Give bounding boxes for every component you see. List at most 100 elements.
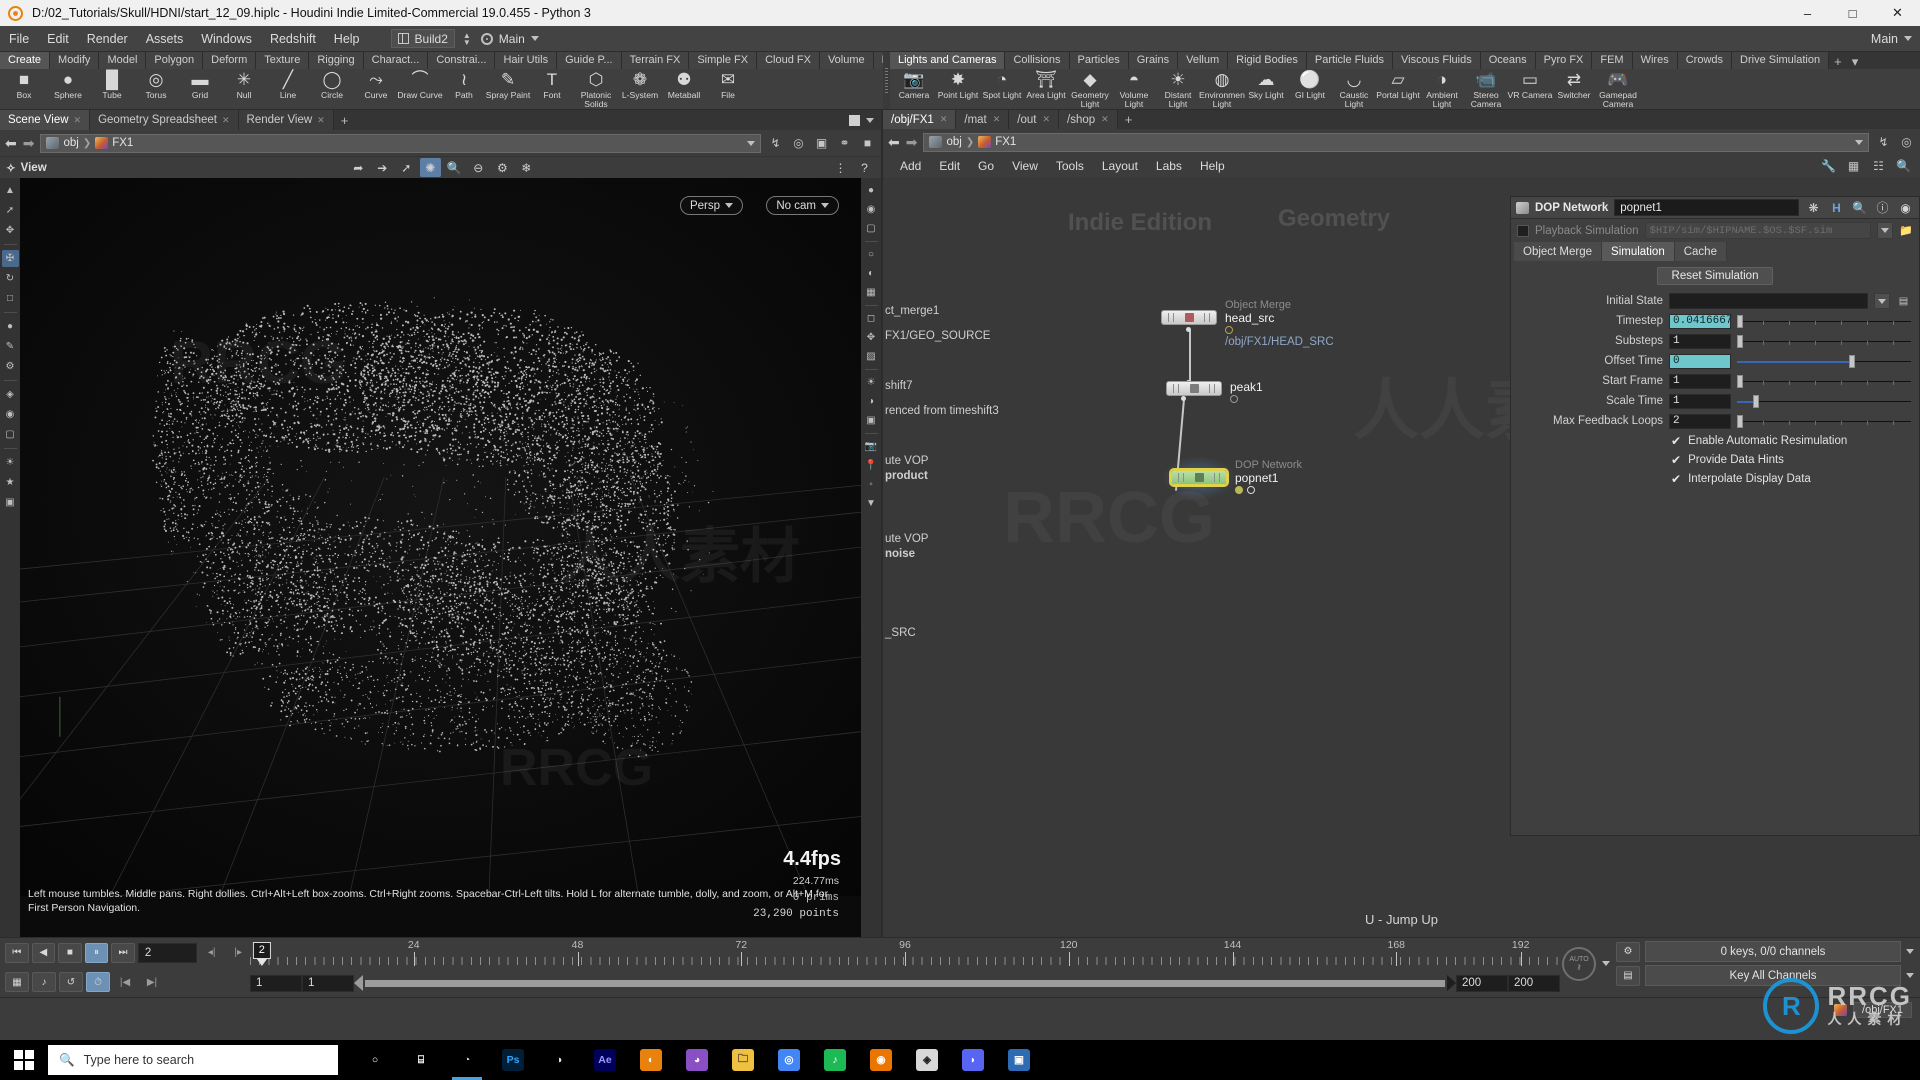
- right-desktop-selector[interactable]: Main: [1865, 32, 1920, 46]
- back-icon[interactable]: ⬅: [888, 135, 900, 149]
- breadcrumb-obj[interactable]: obj: [63, 137, 78, 149]
- gear-icon[interactable]: ❋: [1805, 199, 1822, 216]
- shelf-item-file[interactable]: ✉File: [706, 69, 750, 109]
- parm-field-start-frame[interactable]: 1: [1669, 374, 1731, 389]
- shelf-item-environment-light[interactable]: ◍Environment Light: [1200, 69, 1244, 109]
- parm-slider-offset-time[interactable]: [1737, 354, 1911, 369]
- shelf-item-vr-camera[interactable]: ▭VR Camera: [1508, 69, 1552, 109]
- parm-slider-scale-time[interactable]: [1737, 394, 1911, 409]
- shelf-tab-pyro-fx[interactable]: Pyro FX: [1536, 52, 1593, 69]
- light-display-icon[interactable]: ⚭: [836, 135, 853, 152]
- breadcrumb-dropdown-icon[interactable]: [747, 141, 755, 146]
- shelf-item-distant-light[interactable]: ☀Distant Light: [1156, 69, 1200, 109]
- shelf-item-box[interactable]: ■Box: [2, 69, 46, 109]
- shelf-item-portal-light[interactable]: ▱Portal Light: [1376, 69, 1420, 109]
- parm-field-scale-time[interactable]: 1: [1669, 394, 1731, 409]
- close-icon[interactable]: ✕: [1042, 114, 1050, 125]
- parm-field-initial-state[interactable]: [1669, 293, 1868, 309]
- audio-button[interactable]: ♪: [32, 972, 56, 992]
- close-button[interactable]: ✕: [1875, 0, 1920, 26]
- close-icon[interactable]: ✕: [1101, 114, 1109, 125]
- close-icon[interactable]: ✕: [993, 114, 1001, 125]
- node-popnet1[interactable]: DOP Network popnet1: [1171, 470, 1227, 485]
- range-end-field[interactable]: 200: [1456, 975, 1508, 992]
- channel-list-icon[interactable]: ▤: [1616, 966, 1640, 986]
- shelf-tab-cloud-fx[interactable]: Cloud FX: [757, 52, 820, 69]
- headphone-icon[interactable]: ◦: [863, 476, 880, 493]
- viewport[interactable]: Persp No cam 4.4fps 224.77ms 0 prims 23,…: [20, 178, 861, 937]
- close-icon[interactable]: ✕: [940, 114, 948, 125]
- shelf-item-spot-light[interactable]: ◔Spot Light: [980, 69, 1024, 109]
- parm-slider-start-frame[interactable]: [1737, 374, 1911, 389]
- viewport-persp-menu[interactable]: Persp: [680, 196, 743, 215]
- parm-field-timestep[interactable]: 0.0416667: [1669, 314, 1731, 329]
- tool-move-icon[interactable]: ✠: [2, 250, 19, 267]
- maximize-button[interactable]: □: [1830, 0, 1875, 26]
- shelf-item-geometry-light[interactable]: ◆Geometry Light: [1068, 69, 1112, 109]
- shelf-item-stereo-camera[interactable]: 📹Stereo Camera: [1464, 69, 1508, 109]
- tool-pose-icon[interactable]: ●: [2, 318, 19, 335]
- shelf-item-ambient-light[interactable]: ◑Ambient Light: [1420, 69, 1464, 109]
- ao-icon[interactable]: ▣: [863, 412, 880, 429]
- shelf-item-point-light[interactable]: ✸Point Light: [936, 69, 980, 109]
- node-head-src-body[interactable]: [1161, 310, 1217, 325]
- node-peak1[interactable]: peak1: [1166, 381, 1222, 396]
- shelf-item-font[interactable]: TFont: [530, 69, 574, 109]
- network-menu-edit[interactable]: Edit: [930, 155, 969, 177]
- forward-icon[interactable]: ➡: [906, 135, 918, 149]
- menu-assets[interactable]: Assets: [137, 26, 193, 52]
- pointer-icon[interactable]: ➔: [372, 158, 393, 177]
- network-breadcrumb-fx1[interactable]: FX1: [995, 136, 1016, 148]
- shelf-tab-oceans[interactable]: Oceans: [1481, 52, 1536, 69]
- network-menu-layout[interactable]: Layout: [1093, 155, 1147, 177]
- tool-handle-icon[interactable]: ✥: [2, 222, 19, 239]
- houdini-help-icon[interactable]: H: [1828, 199, 1845, 216]
- shelf-tab-crowds[interactable]: Crowds: [1678, 52, 1732, 69]
- shelf-add-tab-button[interactable]: +: [1829, 55, 1847, 69]
- auto-key-dropdown-icon[interactable]: [1602, 961, 1610, 966]
- taskbar-after-effects-icon[interactable]: Ae: [584, 1040, 626, 1080]
- back-icon[interactable]: ⬅: [5, 136, 17, 150]
- keys-dropdown-icon[interactable]: [1906, 949, 1914, 954]
- shelf-tab-viscous-fluids[interactable]: Viscous Fluids: [1393, 52, 1481, 69]
- parm-check-interpolate-display-data[interactable]: ✔Interpolate Display Data: [1511, 469, 1919, 488]
- geometry-display-icon[interactable]: ▣: [813, 135, 830, 152]
- playback-file-browse-icon[interactable]: 📁: [1899, 224, 1913, 237]
- taskbar-photoshop-icon[interactable]: Ps: [492, 1040, 534, 1080]
- parm-field-offset-time[interactable]: 0: [1669, 354, 1731, 369]
- shelf-item-spray-paint[interactable]: ✎Spray Paint: [486, 69, 530, 109]
- parm-field-substeps[interactable]: 1: [1669, 334, 1731, 349]
- range-handle-right[interactable]: [1447, 975, 1456, 991]
- taskbar-spotify-icon[interactable]: ♪: [814, 1040, 856, 1080]
- network-pin-icon[interactable]: ↯: [1875, 134, 1892, 151]
- shelf-item-volume-light[interactable]: ◓Volume Light: [1112, 69, 1156, 109]
- parm-tab-object-merge[interactable]: Object Merge: [1514, 242, 1602, 261]
- shelf-item-curve[interactable]: ⤳Curve: [354, 69, 398, 109]
- network-target-icon[interactable]: ◎: [1898, 134, 1915, 151]
- tool-select-icon[interactable]: ➚: [2, 202, 19, 219]
- network-menu-view[interactable]: View: [1003, 155, 1047, 177]
- shelf-tab-grains[interactable]: Grains: [1129, 52, 1178, 69]
- start-button[interactable]: [0, 1040, 48, 1080]
- parameter-node-name[interactable]: popnet1: [1614, 199, 1799, 216]
- shelf-tab-particles[interactable]: Particles: [1070, 52, 1129, 69]
- taskbar-houdini-icon[interactable]: ◐: [630, 1040, 672, 1080]
- shelf-item-gamepad-camera[interactable]: 🎮Gamepad Camera: [1596, 69, 1640, 109]
- loop-button[interactable]: ↺: [59, 972, 83, 992]
- minimize-button[interactable]: –: [1785, 0, 1830, 26]
- shelf-item-path[interactable]: ≀Path: [442, 69, 486, 109]
- network-menu-help[interactable]: Help: [1191, 155, 1234, 177]
- menu-redshift[interactable]: Redshift: [261, 26, 325, 52]
- shelf-item-line[interactable]: ╱Line: [266, 69, 310, 109]
- range-start-field[interactable]: 1: [250, 975, 302, 992]
- parm-slider-timestep[interactable]: [1737, 314, 1911, 329]
- breadcrumb-dropdown-icon[interactable]: [1855, 140, 1863, 145]
- snapping-icon[interactable]: ✺: [420, 158, 441, 177]
- select-handle-icon[interactable]: ➦: [348, 158, 369, 177]
- node-head-src-display-flag[interactable]: [1225, 326, 1233, 334]
- shelf-item-metaball[interactable]: ⚉Metaball: [662, 69, 706, 109]
- close-icon[interactable]: ✕: [74, 115, 82, 126]
- snowflake-icon[interactable]: ❄: [516, 158, 537, 177]
- shelf-item-l-system[interactable]: ❁L-System: [618, 69, 662, 109]
- parm-check-enable-automatic-resimulation[interactable]: ✔Enable Automatic Resimulation: [1511, 431, 1919, 450]
